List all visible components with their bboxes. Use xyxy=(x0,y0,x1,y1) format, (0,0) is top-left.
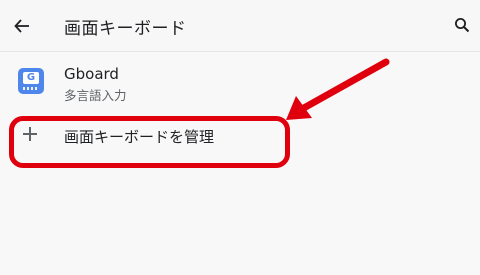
manage-keyboards-item[interactable]: 画面キーボードを管理 xyxy=(0,110,480,162)
back-button[interactable] xyxy=(8,8,36,44)
keyboard-subtitle: 多言語入力 xyxy=(64,88,127,103)
search-button[interactable] xyxy=(450,12,474,38)
arrow-left-icon xyxy=(14,19,29,33)
page-title: 画面キーボード xyxy=(64,19,187,39)
gboard-icon: G xyxy=(18,68,44,94)
search-icon xyxy=(455,18,470,33)
manage-keyboards-label: 画面キーボードを管理 xyxy=(64,128,215,146)
keyboard-item-gboard[interactable]: G Gboard 多言語入力 xyxy=(0,52,480,110)
keyboard-name: Gboard xyxy=(64,65,119,83)
plus-icon xyxy=(20,124,40,144)
app-bar: 画面キーボード xyxy=(0,0,480,52)
